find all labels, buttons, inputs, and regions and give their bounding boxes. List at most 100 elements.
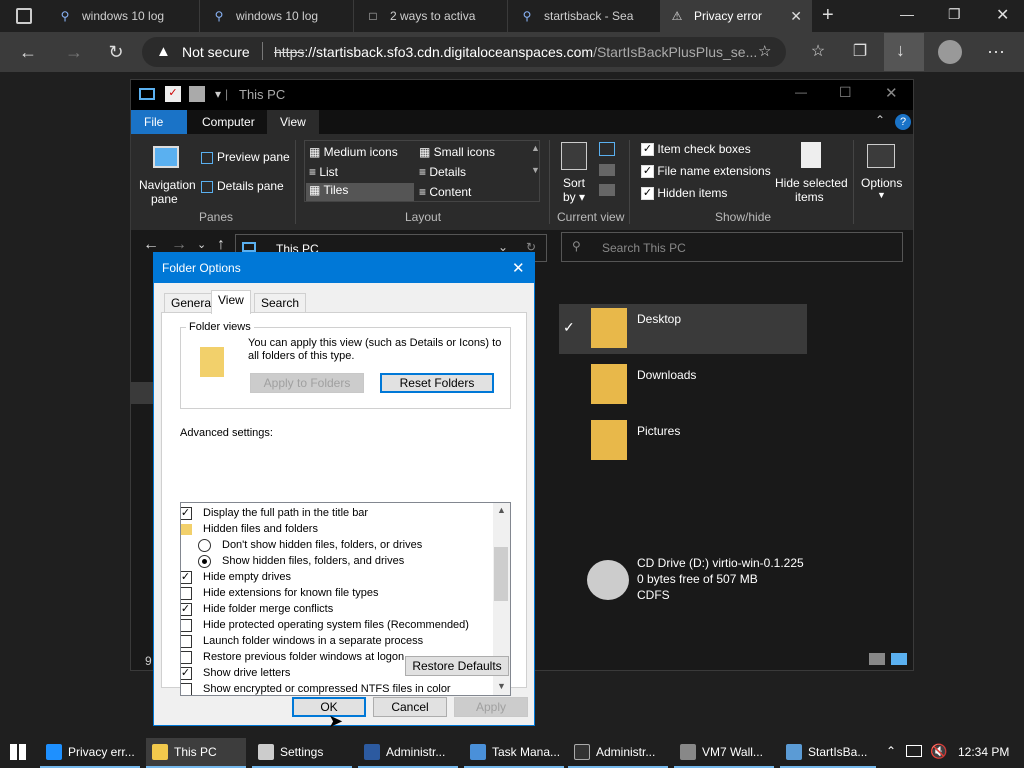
- checkbox[interactable]: [181, 651, 192, 664]
- item-check-boxes-option[interactable]: ✓ Item check boxes: [641, 142, 751, 157]
- folder-tile-desktop[interactable]: ✓ Desktop: [559, 304, 807, 354]
- network-icon[interactable]: [906, 745, 922, 757]
- hide-selected-label[interactable]: Hide selected: [775, 176, 848, 190]
- quick-access-dropdown-icon[interactable]: ▾: [215, 87, 221, 101]
- radio-button[interactable]: [198, 539, 211, 552]
- recent-locations-icon[interactable]: ⌄: [197, 238, 206, 251]
- layout-content[interactable]: ≡ Content: [419, 185, 471, 199]
- nav-pane-selection[interactable]: [131, 382, 153, 404]
- scroll-up-icon[interactable]: ▲: [497, 505, 506, 515]
- setting-restore-windows[interactable]: Restore previous folder windows at logon: [181, 649, 404, 665]
- checkbox[interactable]: [181, 619, 192, 632]
- size-columns-icon[interactable]: [599, 184, 615, 196]
- ribbon-tab-view[interactable]: View: [267, 110, 319, 134]
- setting-dont-show-hidden[interactable]: Don't show hidden files, folders, or dri…: [198, 537, 422, 553]
- apply-button[interactable]: Apply: [454, 697, 528, 717]
- warning-icon[interactable]: ▲: [156, 43, 171, 60]
- checkbox-checked[interactable]: ✓: [641, 187, 654, 201]
- profile-avatar[interactable]: [938, 40, 962, 64]
- add-columns-icon[interactable]: [599, 164, 615, 176]
- layout-list[interactable]: ≡ List: [309, 165, 338, 179]
- sort-by-label2[interactable]: by ▾: [563, 190, 585, 204]
- checkbox[interactable]: [181, 587, 192, 600]
- scrollbar-thumb[interactable]: [494, 547, 508, 601]
- back-icon[interactable]: ←: [16, 40, 40, 64]
- selection-check-icon[interactable]: ✓: [563, 319, 575, 336]
- checkbox[interactable]: ✓: [181, 507, 192, 520]
- taskbar-item-settings[interactable]: Settings: [252, 738, 352, 768]
- setting-hide-protected-files[interactable]: Hide protected operating system files (R…: [181, 617, 469, 633]
- browser-tab-3[interactable]: □ 2 ways to activa: [356, 0, 508, 32]
- folder-tile-pictures[interactable]: Pictures: [559, 416, 807, 466]
- checkbox[interactable]: ✓: [181, 667, 192, 680]
- setting-show-drive-letters[interactable]: ✓ Show drive letters: [181, 665, 290, 681]
- url-text[interactable]: https://startisback.sfo3.cdn.digitalocea…: [274, 44, 757, 60]
- browser-tab-1[interactable]: ⚲ windows 10 log: [48, 0, 200, 32]
- setting-show-hidden[interactable]: Show hidden files, folders, and drives: [198, 553, 404, 569]
- refresh-icon[interactable]: ↻: [104, 40, 128, 64]
- layout-details[interactable]: ≡ Details: [419, 165, 466, 179]
- show-hidden-icons[interactable]: ⌃: [886, 744, 896, 758]
- options-dropdown-icon[interactable]: ▼: [877, 190, 886, 200]
- checkbox[interactable]: ✓: [181, 603, 192, 616]
- setting-hide-merge-conflicts[interactable]: ✓ Hide folder merge conflicts: [181, 601, 333, 617]
- setting-separate-process[interactable]: Launch folder windows in a separate proc…: [181, 633, 423, 649]
- layout-medium-icons[interactable]: ▦ Medium icons: [309, 145, 398, 159]
- browser-tab-active[interactable]: ⚠ Privacy error ✕: [660, 0, 812, 32]
- taskbar-item-startisback[interactable]: StartIsBa...: [780, 738, 876, 768]
- apply-to-folders-button[interactable]: Apply to Folders: [250, 373, 364, 393]
- scroll-down-icon[interactable]: ▼: [531, 165, 540, 175]
- folder-tile-downloads[interactable]: Downloads: [559, 360, 807, 410]
- ribbon-tab-computer[interactable]: Computer: [189, 110, 268, 134]
- maximize-icon[interactable]: ☐: [839, 84, 852, 101]
- setting-hide-extensions[interactable]: Hide extensions for known file types: [181, 585, 378, 601]
- tab-actions-icon[interactable]: [16, 8, 32, 24]
- scroll-down-icon[interactable]: ▼: [497, 681, 506, 691]
- close-tab-icon[interactable]: ✕: [790, 8, 802, 25]
- taskbar-item-powershell[interactable]: Administr...: [358, 738, 458, 768]
- group-by-icon[interactable]: [599, 142, 615, 156]
- search-box[interactable]: ⚲ Search This PC: [561, 232, 903, 262]
- radio-button-selected[interactable]: [198, 555, 211, 568]
- address-bar[interactable]: ▲ Not secure https://startisback.sfo3.cd…: [142, 37, 786, 67]
- sort-by-label[interactable]: Sort: [563, 176, 585, 190]
- collapse-ribbon-icon[interactable]: ⌃: [875, 113, 885, 127]
- layout-small-icons[interactable]: ▦ Small icons: [419, 145, 495, 159]
- setting-hide-empty-drives[interactable]: ✓ Hide empty drives: [181, 569, 291, 585]
- more-icon[interactable]: ⋯: [984, 40, 1008, 64]
- new-tab-icon[interactable]: +: [822, 4, 842, 28]
- favorites-icon[interactable]: ☆: [806, 40, 830, 64]
- taskbar-item-task-manager[interactable]: Task Mana...: [464, 738, 564, 768]
- restore-defaults-button[interactable]: Restore Defaults: [405, 656, 509, 676]
- setting-display-full-path[interactable]: ✓ Display the full path in the title bar: [181, 505, 368, 521]
- layout-tiles[interactable]: ▦ Tiles: [306, 183, 414, 201]
- tab-search[interactable]: Search: [254, 293, 307, 313]
- browser-tab-4[interactable]: ⚲ startisback - Sea: [510, 0, 660, 32]
- checkbox[interactable]: ✓: [181, 571, 192, 584]
- collections-icon[interactable]: ❐: [848, 40, 872, 64]
- tab-view[interactable]: View: [211, 290, 251, 314]
- favorite-add-icon[interactable]: ☆: [758, 42, 771, 60]
- taskbar-item-vm7[interactable]: VM7 Wall...: [674, 738, 774, 768]
- forward-icon[interactable]: →: [62, 40, 86, 64]
- security-label[interactable]: Not secure: [182, 44, 250, 60]
- cancel-button[interactable]: Cancel: [373, 697, 447, 717]
- start-icon[interactable]: [10, 744, 26, 760]
- details-view-icon[interactable]: [869, 653, 885, 665]
- navigation-pane-label2[interactable]: pane: [151, 192, 178, 206]
- setting-show-encrypted-color[interactable]: Show encrypted or compressed NTFS files …: [181, 681, 451, 695]
- checkbox-checked[interactable]: ✓: [641, 143, 654, 157]
- minimize-icon[interactable]: —: [795, 85, 807, 99]
- clock[interactable]: 12:34 PM: [958, 745, 1009, 759]
- scroll-up-icon[interactable]: ▲: [531, 143, 540, 153]
- details-pane-button[interactable]: Details pane: [201, 179, 284, 193]
- volume-muted-icon[interactable]: 🔇: [930, 743, 947, 760]
- close-icon[interactable]: ✕: [885, 84, 898, 102]
- taskbar-item-cmd[interactable]: Administr...: [568, 738, 668, 768]
- restore-icon[interactable]: ❐: [948, 6, 961, 23]
- taskbar-item-edge[interactable]: Privacy err...: [40, 738, 140, 768]
- new-folder-icon[interactable]: [189, 86, 205, 102]
- help-icon[interactable]: ?: [895, 114, 911, 130]
- navigation-pane-label[interactable]: Navigation: [139, 178, 196, 192]
- checkbox-checked[interactable]: ✓: [641, 165, 654, 179]
